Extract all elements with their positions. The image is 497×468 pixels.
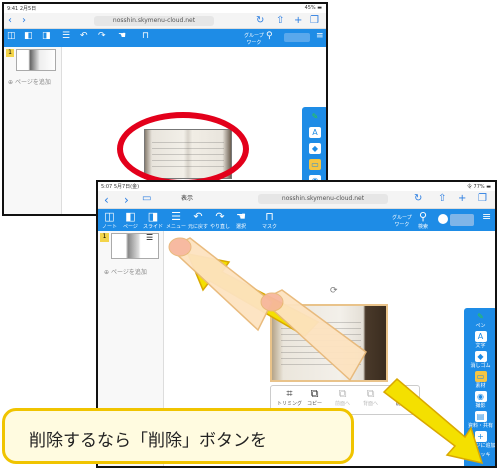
annotation-overlay	[168, 237, 484, 465]
callout-text: 削除するなら「削除」ボタンを	[29, 431, 267, 451]
tap-finger-icon	[260, 289, 367, 382]
instruction-callout: 削除するなら「削除」ボタンを	[2, 408, 354, 464]
tap-finger-icon	[168, 237, 273, 332]
arrow-to-delete	[382, 377, 484, 465]
